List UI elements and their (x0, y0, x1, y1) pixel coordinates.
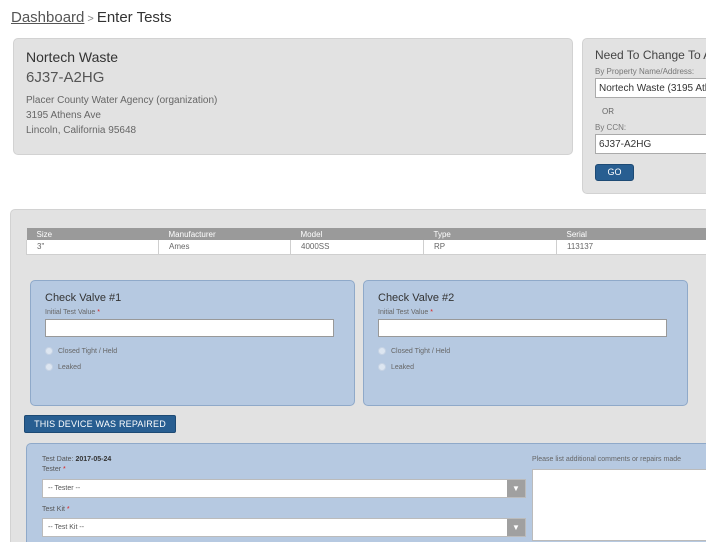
initial-test-value-label: Initial Test Value (45, 309, 96, 316)
tester-label: Tester * (42, 466, 66, 473)
required-marker: * (63, 466, 66, 473)
leaked-label: Leaked (391, 363, 414, 371)
radio-button[interactable] (378, 363, 386, 371)
required-marker: * (66, 506, 70, 513)
test-date: Test Date: 2017-05-24 (42, 456, 111, 463)
check-valve-1-panel: Check Valve #1 Initial Test Value * Clos… (30, 280, 355, 406)
cell-serial: 113137 (556, 240, 706, 255)
check-valve-2-title: Check Valve #2 (378, 292, 455, 304)
tester-label-text: Tester (42, 466, 62, 473)
column-header-type: Type (423, 228, 557, 240)
breadcrumb: Dashboard > Enter Tests (11, 9, 172, 26)
cell-model: 4000SS (290, 240, 424, 255)
chevron-down-icon[interactable]: ▼ (507, 480, 525, 497)
column-header-serial: Serial (556, 228, 706, 240)
check-valve-2-leaked-option[interactable]: Leaked (378, 363, 673, 371)
check-valve-2-closed-option[interactable]: Closed Tight / Held (378, 347, 673, 355)
page-title: Enter Tests (96, 9, 172, 26)
column-header-size: Size (26, 228, 159, 240)
comments-label: Please list additional comments or repai… (532, 456, 682, 463)
breadcrumb-dashboard-link[interactable]: Dashboard (11, 9, 84, 26)
organization-agency: Placer County Water Agency (organization… (26, 95, 218, 106)
organization-ccn: 6J37-A2HG (26, 69, 105, 86)
go-button[interactable]: GO (595, 164, 634, 181)
column-header-manufacturer: Manufacturer (158, 228, 291, 240)
ccn-search-input[interactable] (595, 134, 706, 154)
device-table-header-row: Size Manufacturer Model Type Serial (26, 228, 706, 240)
required-marker: * (430, 309, 434, 316)
check-valve-1-title: Check Valve #1 (45, 292, 122, 304)
check-valve-2-panel: Check Valve #2 Initial Test Value * Clos… (363, 280, 688, 406)
tester-select[interactable]: -- Tester -- ▼ (42, 479, 526, 498)
device-table: Size Manufacturer Model Type Serial 3" A… (26, 228, 706, 255)
property-search-input[interactable] (595, 78, 706, 98)
check-valve-2-input[interactable] (378, 319, 667, 337)
change-panel-title: Need To Change To A (595, 48, 706, 62)
test-kit-label: Test Kit * (42, 506, 70, 513)
property-search-label: By Property Name/Address: (595, 67, 695, 76)
organization-panel: Nortech Waste 6J37-A2HG Placer County Wa… (13, 38, 573, 155)
check-valve-1-leaked-option[interactable]: Leaked (45, 363, 340, 371)
test-entry-panel: Size Manufacturer Model Type Serial 3" A… (10, 209, 706, 542)
radio-button[interactable] (378, 347, 386, 355)
check-valve-2-label: Initial Test Value * (378, 309, 673, 316)
or-separator: OR (602, 107, 614, 116)
test-date-value: 2017-05-24 (75, 456, 112, 463)
organization-name: Nortech Waste (26, 49, 119, 65)
radio-button[interactable] (45, 347, 53, 355)
initial-test-value-label: Initial Test Value (378, 309, 429, 316)
ccn-search-label: By CCN: (595, 123, 627, 132)
organization-address-line2: Lincoln, California 95648 (26, 125, 137, 136)
test-details-panel: Test Date: 2017-05-24 Tester * -- Tester… (26, 443, 706, 542)
column-header-model: Model (290, 228, 424, 240)
device-repaired-button[interactable]: THIS DEVICE WAS REPAIRED (24, 415, 176, 433)
cell-manufacturer: Ames (158, 240, 291, 255)
radio-button[interactable] (45, 363, 53, 371)
leaked-label: Leaked (58, 363, 81, 371)
cell-type: RP (423, 240, 557, 255)
test-kit-select[interactable]: -- Test Kit -- ▼ (42, 518, 526, 537)
tester-select-value: -- Tester -- (48, 485, 81, 492)
change-assembly-panel: Need To Change To A By Property Name/Add… (582, 38, 706, 194)
test-kit-select-value: -- Test Kit -- (48, 524, 85, 531)
test-kit-label-text: Test Kit (42, 506, 65, 513)
cell-size: 3" (26, 240, 159, 255)
closed-tight-label: Closed Tight / Held (58, 347, 118, 355)
check-valve-1-input[interactable] (45, 319, 334, 337)
check-valve-1-closed-option[interactable]: Closed Tight / Held (45, 347, 340, 355)
closed-tight-label: Closed Tight / Held (391, 347, 451, 355)
required-marker: * (97, 309, 101, 316)
test-date-label: Test Date: (42, 456, 74, 463)
chevron-down-icon[interactable]: ▼ (507, 519, 525, 536)
check-valve-1-label: Initial Test Value * (45, 309, 340, 316)
organization-address-line1: 3195 Athens Ave (26, 110, 101, 121)
table-row: 3" Ames 4000SS RP 113137 (26, 240, 706, 255)
comments-textarea[interactable] (532, 469, 706, 541)
breadcrumb-separator: > (87, 13, 94, 25)
